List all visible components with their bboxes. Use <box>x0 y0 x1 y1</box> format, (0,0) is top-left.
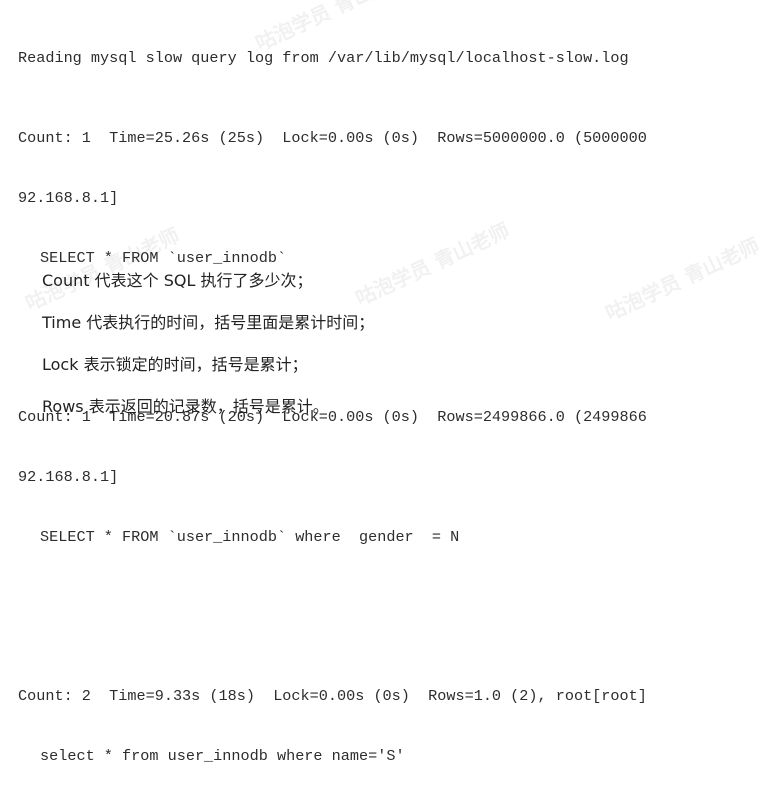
log-spacer <box>18 607 766 626</box>
note-lock: Lock 表示锁定的时间，括号是累计； <box>42 355 308 374</box>
log-entry-query: SELECT * FROM `user_innodb` where gender… <box>40 528 460 546</box>
log-entry-wrap: 92.168.8.1] <box>18 189 119 207</box>
log-entry-query: select * from user_innodb where name='S' <box>40 747 405 765</box>
log-entry-stats: Count: 2 Time=9.33s (18s) Lock=0.00s (0s… <box>18 687 647 705</box>
slide-screen: 咕泡学员 青山老师 咕泡学员 青山老师 咕泡学员 青山老师 咕泡学员 青山老师 … <box>0 0 768 765</box>
log-header: Reading mysql slow query log from /var/l… <box>18 49 629 67</box>
note-rows: Rows 表示返回的记录数，括号是累计。 <box>42 397 329 416</box>
note-count: Count 代表这个 SQL 执行了多少次； <box>42 271 313 290</box>
log-entry-stats: Count: 1 Time=25.26s (25s) Lock=0.00s (0… <box>18 129 647 147</box>
note-time: Time 代表执行的时间，括号里面是累计时间； <box>42 313 375 332</box>
log-entry-query: SELECT * FROM `user_innodb` <box>40 249 287 267</box>
log-entry-wrap: 92.168.8.1] <box>18 468 119 486</box>
explanation-notes: Count 代表这个 SQL 执行了多少次； Time 代表执行的时间，括号里面… <box>42 270 742 418</box>
